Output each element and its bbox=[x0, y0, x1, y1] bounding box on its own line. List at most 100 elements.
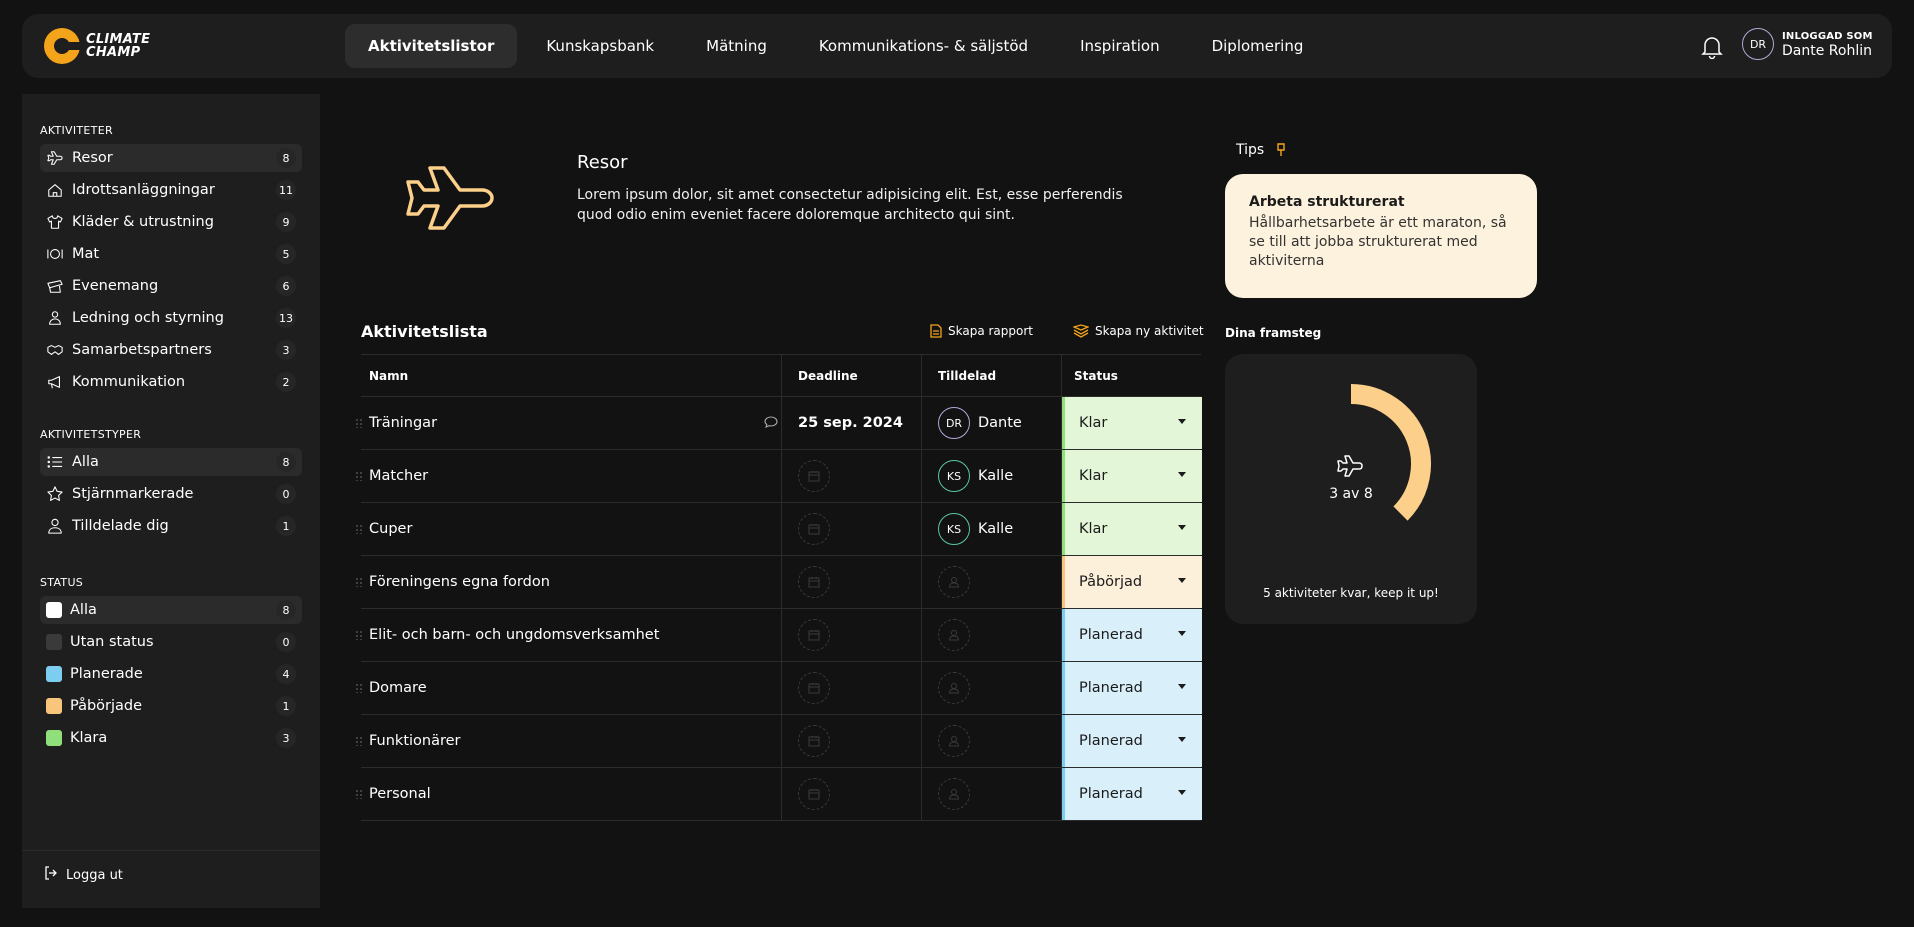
drag-handle-icon[interactable] bbox=[355, 683, 363, 693]
row-deadline-cell[interactable] bbox=[781, 556, 921, 608]
sidebar-item-activity-3[interactable]: Mat 5 bbox=[40, 240, 302, 268]
row-assignee-cell[interactable] bbox=[921, 556, 1061, 608]
climate-champ-logo[interactable]: CLIMATE CHAMP bbox=[44, 28, 150, 64]
row-assignee-cell[interactable] bbox=[921, 609, 1061, 661]
header-name[interactable]: Namn bbox=[369, 355, 789, 396]
row-name-cell: Domare bbox=[355, 662, 789, 714]
table-row[interactable]: Elit- och barn- och ungdomsverksamhet Pla… bbox=[355, 608, 1202, 661]
sidebar-item-activity-2[interactable]: Kläder & utrustning 9 bbox=[40, 208, 302, 236]
table-row[interactable]: Matcher KS Kalle Klar bbox=[355, 449, 1202, 502]
assign-user-icon[interactable] bbox=[938, 672, 970, 704]
assign-user-icon[interactable] bbox=[938, 725, 970, 757]
sidebar-item-type-1[interactable]: Stjärnmarkerade 0 bbox=[40, 480, 302, 508]
sidebar-item-status-3[interactable]: Påbörjade 1 bbox=[40, 692, 302, 720]
drag-handle-icon[interactable] bbox=[355, 630, 363, 640]
header-deadline[interactable]: Deadline bbox=[781, 355, 921, 396]
calendar-icon[interactable] bbox=[798, 725, 830, 757]
status-select[interactable]: Planerad bbox=[1062, 609, 1202, 661]
drag-handle-icon[interactable] bbox=[355, 577, 363, 587]
table-row[interactable]: Cuper KS Kalle Klar bbox=[355, 502, 1202, 555]
table-row[interactable]: Personal Planerad bbox=[355, 767, 1202, 820]
assign-user-icon[interactable] bbox=[938, 619, 970, 651]
row-assignee-cell[interactable]: KS Kalle bbox=[921, 450, 1061, 502]
row-deadline-cell[interactable] bbox=[781, 503, 921, 555]
table-row[interactable]: Föreningens egna fordon Påbörjad bbox=[355, 555, 1202, 608]
home-icon bbox=[46, 181, 64, 199]
status-select[interactable]: Klar bbox=[1062, 503, 1202, 555]
sidebar-item-count: 2 bbox=[276, 372, 296, 392]
status-select[interactable]: Planerad bbox=[1062, 662, 1202, 714]
assignee-avatar[interactable]: DR bbox=[938, 407, 970, 439]
drag-handle-icon[interactable] bbox=[355, 789, 363, 799]
sidebar-item-activity-0[interactable]: Resor 8 bbox=[40, 144, 302, 172]
row-deadline-cell[interactable] bbox=[781, 450, 921, 502]
nav-item-2[interactable]: Mätning bbox=[683, 24, 790, 68]
sidebar-item-activity-6[interactable]: Samarbetspartners 3 bbox=[40, 336, 302, 364]
row-deadline-cell[interactable] bbox=[781, 715, 921, 767]
table-row[interactable]: Träningar 25 sep. 2024 DR Dante Klar bbox=[355, 396, 1202, 449]
row-deadline-cell[interactable] bbox=[781, 662, 921, 714]
sidebar-item-status-2[interactable]: Planerade 4 bbox=[40, 660, 302, 688]
sidebar-item-count: 3 bbox=[276, 340, 296, 360]
status-select[interactable]: Planerad bbox=[1062, 768, 1202, 820]
calendar-icon[interactable] bbox=[798, 566, 830, 598]
row-assignee-cell[interactable]: DR Dante bbox=[921, 397, 1061, 449]
table-row[interactable]: Funktionärer Planerad bbox=[355, 714, 1202, 767]
table-row[interactable]: Domare Planerad bbox=[355, 661, 1202, 714]
row-deadline-cell[interactable] bbox=[781, 768, 921, 820]
sidebar-item-status-0[interactable]: Alla 8 bbox=[40, 596, 302, 624]
sidebar-item-activity-1[interactable]: Idrottsanläggningar 11 bbox=[40, 176, 302, 204]
header-assigned[interactable]: Tilldelad bbox=[921, 355, 1061, 396]
sidebar-item-activity-5[interactable]: Ledning och styrning 13 bbox=[40, 304, 302, 332]
sidebar-item-status-4[interactable]: Klara 3 bbox=[40, 724, 302, 752]
row-deadline-cell[interactable] bbox=[781, 609, 921, 661]
chevron-down-icon bbox=[1178, 525, 1186, 530]
calendar-icon[interactable] bbox=[798, 513, 830, 545]
nav-item-0[interactable]: Aktivitetslistor bbox=[345, 24, 518, 68]
sidebar-item-status-1[interactable]: Utan status 0 bbox=[40, 628, 302, 656]
calendar-icon[interactable] bbox=[798, 672, 830, 704]
assignee-avatar[interactable]: KS bbox=[938, 513, 970, 545]
row-name: Domare bbox=[369, 680, 427, 696]
row-assignee-cell[interactable] bbox=[921, 715, 1061, 767]
status-value: Planerad bbox=[1079, 733, 1143, 749]
calendar-icon[interactable] bbox=[798, 778, 830, 810]
drag-handle-icon[interactable] bbox=[355, 736, 363, 746]
drag-handle-icon[interactable] bbox=[355, 524, 363, 534]
bell-icon[interactable] bbox=[1696, 31, 1728, 63]
assign-user-icon[interactable] bbox=[938, 778, 970, 810]
nav-item-3[interactable]: Kommunikations- & säljstöd bbox=[796, 24, 1051, 68]
row-assignee-cell[interactable] bbox=[921, 768, 1061, 820]
header-status[interactable]: Status bbox=[1061, 355, 1201, 396]
create-report-button[interactable]: Skapa rapport bbox=[930, 324, 1033, 338]
assign-user-icon[interactable] bbox=[938, 566, 970, 598]
nav-item-5[interactable]: Diplomering bbox=[1189, 24, 1327, 68]
calendar-icon[interactable] bbox=[798, 619, 830, 651]
calendar-icon[interactable] bbox=[798, 460, 830, 492]
user-avatar[interactable]: DR bbox=[1742, 28, 1774, 60]
create-activity-button[interactable]: Skapa ny aktivitet bbox=[1073, 324, 1204, 338]
row-deadline-cell[interactable]: 25 sep. 2024 bbox=[781, 397, 921, 449]
row-assignee-cell[interactable]: KS Kalle bbox=[921, 503, 1061, 555]
status-select[interactable]: Klar bbox=[1062, 450, 1202, 502]
status-select[interactable]: Planerad bbox=[1062, 715, 1202, 767]
sidebar-item-type-0[interactable]: Alla 8 bbox=[40, 448, 302, 476]
sidebar-item-activity-7[interactable]: Kommunikation 2 bbox=[40, 368, 302, 396]
tip-title: Arbeta strukturerat bbox=[1249, 194, 1405, 210]
assignee-avatar[interactable]: KS bbox=[938, 460, 970, 492]
tips-label: Tips bbox=[1236, 142, 1288, 158]
logout-button[interactable]: Logga ut bbox=[44, 866, 123, 884]
assignee-name: Dante bbox=[978, 415, 1022, 431]
sidebar-item-type-2[interactable]: Tilldelade dig 1 bbox=[40, 512, 302, 540]
drag-handle-icon[interactable] bbox=[355, 471, 363, 481]
progress-message: 5 aktiviteter kvar, keep it up! bbox=[1263, 586, 1439, 600]
status-select[interactable]: Påbörjad bbox=[1062, 556, 1202, 608]
sidebar-item-activity-4[interactable]: Evenemang 6 bbox=[40, 272, 302, 300]
nav-item-4[interactable]: Inspiration bbox=[1057, 24, 1183, 68]
row-assignee-cell[interactable] bbox=[921, 662, 1061, 714]
row-name-cell: Personal bbox=[355, 768, 789, 820]
status-select[interactable]: Klar bbox=[1062, 397, 1202, 449]
drag-handle-icon[interactable] bbox=[355, 418, 363, 428]
nav-item-1[interactable]: Kunskapsbank bbox=[523, 24, 677, 68]
comment-icon[interactable] bbox=[764, 415, 778, 433]
